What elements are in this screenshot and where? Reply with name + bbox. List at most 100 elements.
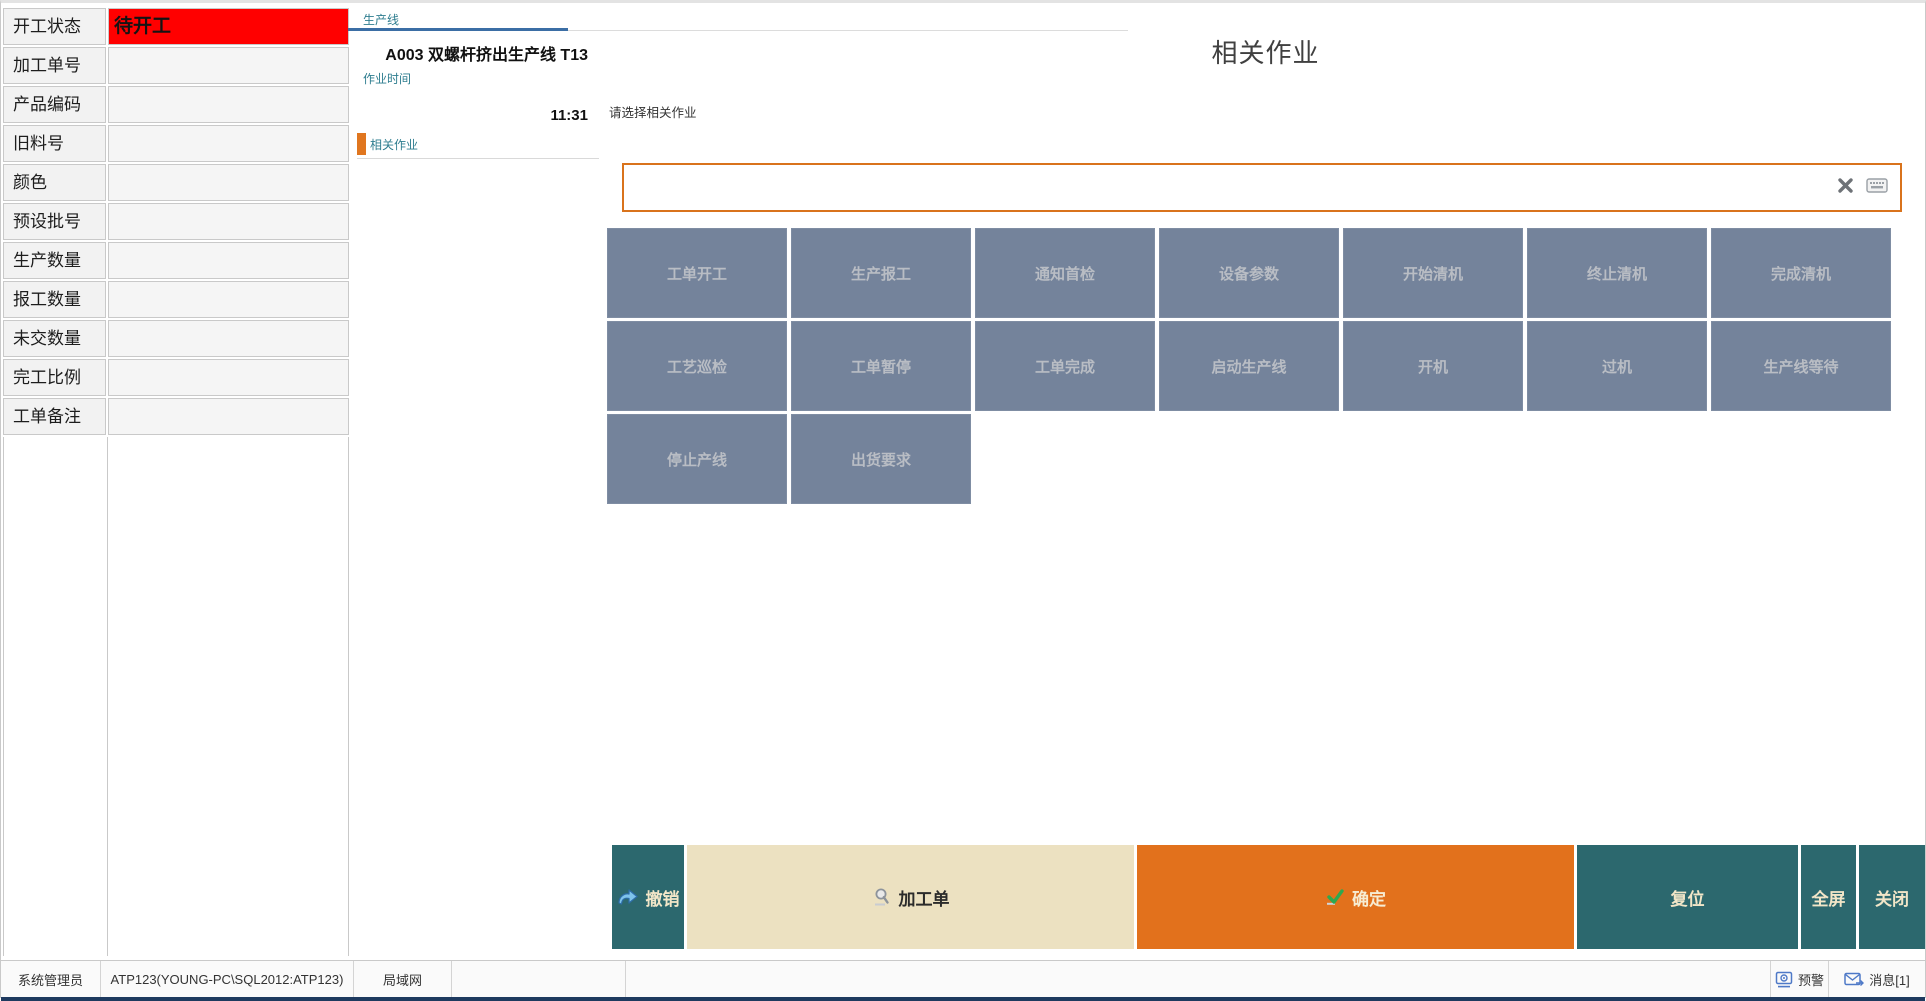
field-value bbox=[108, 86, 349, 123]
field-value bbox=[108, 125, 349, 162]
field-label: 工单备注 bbox=[3, 398, 106, 435]
action-button[interactable]: 工单开工 bbox=[607, 228, 787, 318]
action-button[interactable]: 工艺巡检 bbox=[607, 321, 787, 411]
field-label: 旧料号 bbox=[3, 125, 106, 162]
field-label: 预设批号 bbox=[3, 203, 106, 240]
undo-arrow-icon bbox=[617, 888, 639, 906]
undo-button[interactable]: 撤销 bbox=[612, 845, 684, 949]
field-label: 完工比例 bbox=[3, 359, 106, 396]
work-time-value: 11:31 bbox=[357, 107, 599, 124]
action-grid-row: 工艺巡检工单暂停工单完成启动生产线开机过机生产线等待 bbox=[607, 321, 1891, 411]
workorder-field-panel: 开工状态待开工加工单号产品编码旧料号颜色预设批号生产数量报工数量未交数量完工比例… bbox=[3, 8, 349, 956]
status-user: 系统管理员 bbox=[1, 961, 101, 997]
reset-label: 复位 bbox=[1671, 885, 1705, 910]
alert-monitor-icon bbox=[1775, 971, 1793, 988]
clear-icon[interactable] bbox=[1837, 177, 1854, 199]
grid-line bbox=[348, 437, 349, 956]
production-line-panel: 生产线 A003 双螺杆挤出生产线 T13 作业时间 11:31 相关作业 bbox=[357, 6, 599, 155]
field-label: 开工状态 bbox=[3, 8, 106, 45]
field-value bbox=[108, 320, 349, 357]
status-bar: 系统管理员 ATP123(YOUNG-PC\SQL2012:ATP123) 局域… bbox=[1, 960, 1925, 1001]
magnifier-icon bbox=[872, 887, 892, 907]
field-row: 生产数量 bbox=[3, 242, 349, 279]
action-button[interactable]: 完成清机 bbox=[1711, 228, 1891, 318]
action-grid-row: 停止产线出货要求 bbox=[607, 414, 1891, 504]
close-label: 关闭 bbox=[1875, 885, 1909, 910]
nav-item-label: 相关作业 bbox=[370, 136, 418, 153]
action-button[interactable]: 开机 bbox=[1343, 321, 1523, 411]
alert-label: 预警 bbox=[1798, 970, 1824, 989]
field-row: 开工状态待开工 bbox=[3, 8, 349, 45]
field-value bbox=[108, 164, 349, 201]
status-alert[interactable]: 预警 bbox=[1770, 961, 1828, 997]
keyboard-icon[interactable] bbox=[1866, 178, 1888, 198]
nav-item-related-jobs[interactable]: 相关作业 bbox=[357, 133, 599, 155]
action-button[interactable]: 通知首检 bbox=[975, 228, 1155, 318]
field-value: 待开工 bbox=[108, 8, 349, 45]
field-row: 加工单号 bbox=[3, 47, 349, 84]
action-button[interactable]: 停止产线 bbox=[607, 414, 787, 504]
status-network: 局域网 bbox=[354, 961, 452, 997]
workorder-label: 加工单 bbox=[899, 885, 950, 910]
fullscreen-button[interactable]: 全屏 bbox=[1801, 845, 1856, 949]
production-line-label: 生产线 bbox=[357, 6, 599, 28]
field-value bbox=[108, 281, 349, 318]
status-empty-cell bbox=[626, 961, 1770, 997]
action-button[interactable]: 设备参数 bbox=[1159, 228, 1339, 318]
field-value bbox=[108, 242, 349, 279]
field-row: 完工比例 bbox=[3, 359, 349, 396]
action-button[interactable]: 过机 bbox=[1527, 321, 1707, 411]
search-input[interactable] bbox=[630, 167, 1810, 208]
field-label: 未交数量 bbox=[3, 320, 106, 357]
grid-line bbox=[3, 437, 4, 956]
production-line-value: A003 双螺杆挤出生产线 T13 bbox=[357, 41, 599, 65]
grid-line bbox=[107, 437, 108, 956]
action-button[interactable]: 启动生产线 bbox=[1159, 321, 1339, 411]
confirm-label: 确定 bbox=[1352, 885, 1386, 910]
close-button[interactable]: 关闭 bbox=[1859, 845, 1925, 949]
status-connection: ATP123(YOUNG-PC\SQL2012:ATP123) bbox=[101, 961, 354, 997]
fullscreen-label: 全屏 bbox=[1812, 885, 1846, 910]
tab-underline bbox=[348, 28, 568, 31]
action-button[interactable]: 工单暂停 bbox=[791, 321, 971, 411]
field-row: 工单备注 bbox=[3, 398, 349, 435]
action-button[interactable]: 终止清机 bbox=[1527, 228, 1707, 318]
field-label: 产品编码 bbox=[3, 86, 106, 123]
action-button[interactable]: 出货要求 bbox=[791, 414, 971, 504]
field-value bbox=[108, 398, 349, 435]
workorder-button[interactable]: 加工单 bbox=[687, 845, 1134, 949]
reset-button[interactable]: 复位 bbox=[1577, 845, 1798, 949]
action-button[interactable]: 开始清机 bbox=[1343, 228, 1523, 318]
selection-hint: 请选择相关作业 bbox=[609, 102, 697, 121]
field-row: 旧料号 bbox=[3, 125, 349, 162]
page-title: 相关作业 bbox=[606, 33, 1925, 70]
panel-divider bbox=[568, 30, 1128, 31]
action-button[interactable]: 工单完成 bbox=[975, 321, 1155, 411]
selected-marker-icon bbox=[357, 133, 366, 155]
field-label: 报工数量 bbox=[3, 281, 106, 318]
action-grid: 工单开工生产报工通知首检设备参数开始清机终止清机完成清机工艺巡检工单暂停工单完成… bbox=[607, 228, 1891, 504]
action-button[interactable]: 生产报工 bbox=[791, 228, 971, 318]
field-label: 颜色 bbox=[3, 164, 106, 201]
field-row: 产品编码 bbox=[3, 86, 349, 123]
action-grid-row: 工单开工生产报工通知首检设备参数开始清机终止清机完成清机 bbox=[607, 228, 1891, 318]
panel-divider bbox=[357, 158, 599, 159]
field-row: 颜色 bbox=[3, 164, 349, 201]
field-value bbox=[108, 47, 349, 84]
barcode-search-box bbox=[622, 163, 1902, 212]
check-icon bbox=[1325, 888, 1345, 906]
sidebar-rows: 开工状态待开工加工单号产品编码旧料号颜色预设批号生产数量报工数量未交数量完工比例… bbox=[3, 8, 349, 435]
undo-label: 撤销 bbox=[646, 885, 680, 910]
field-row: 报工数量 bbox=[3, 281, 349, 318]
field-label: 生产数量 bbox=[3, 242, 106, 279]
confirm-button[interactable]: 确定 bbox=[1137, 845, 1574, 949]
messages-label: 消息[1] bbox=[1869, 970, 1909, 989]
field-value bbox=[108, 203, 349, 240]
action-button[interactable]: 生产线等待 bbox=[1711, 321, 1891, 411]
work-time-label: 作业时间 bbox=[357, 65, 599, 87]
status-messages[interactable]: 消息[1] bbox=[1828, 961, 1925, 997]
field-row: 未交数量 bbox=[3, 320, 349, 357]
field-row: 预设批号 bbox=[3, 203, 349, 240]
message-envelope-icon bbox=[1844, 972, 1864, 987]
footer-action-bar: 撤销 加工单 确定 复位 全屏 关闭 bbox=[612, 845, 1925, 949]
